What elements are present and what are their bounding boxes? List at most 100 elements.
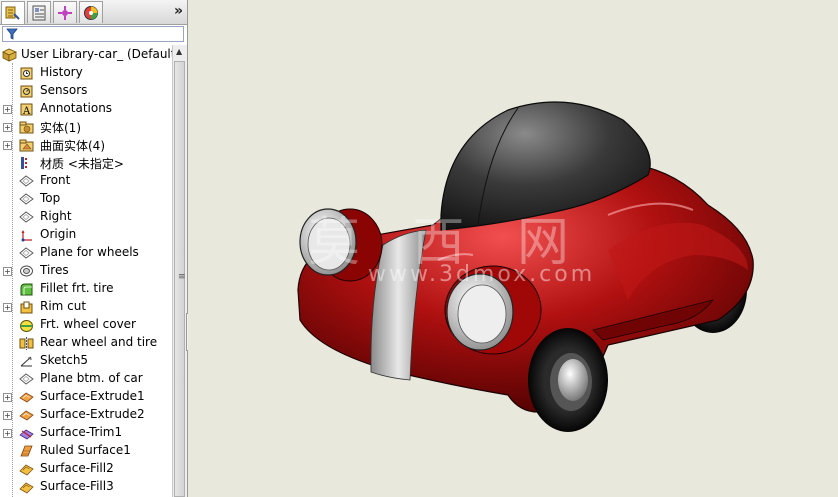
tree-item-label: 曲面实体(4) <box>40 139 105 153</box>
more-tabs-icon[interactable]: » <box>174 3 183 19</box>
tree-item[interactable]: Origin <box>0 226 172 244</box>
tree-item[interactable]: Plane btm. of car <box>0 370 172 388</box>
tab-feature-manager[interactable] <box>1 1 25 24</box>
mirror-feature-icon <box>19 337 34 350</box>
surface-fill-icon <box>19 464 34 476</box>
grip-icon: ≡ <box>178 272 186 282</box>
filter-icon <box>6 28 18 40</box>
tree-root[interactable]: User Library-car_ (Default <box>0 46 172 64</box>
tree-item[interactable]: + 曲面实体(4) <box>0 136 172 154</box>
tree-item[interactable]: Surface-Fill2 <box>0 460 172 478</box>
tree-item-label: Fillet frt. tire <box>40 281 114 295</box>
tree-item-label: 材质 <未指定> <box>40 157 124 171</box>
tree-item[interactable]: Rear wheel and tire <box>0 334 172 352</box>
ruled-surface-icon <box>20 445 33 457</box>
feature-manager-panel: » User Library-car_ (Default History Sens… <box>0 0 188 497</box>
tree-item-label: Origin <box>40 227 77 241</box>
panel-tabs: » <box>0 0 187 25</box>
tree-item[interactable]: 材质 <未指定> <box>0 154 172 172</box>
revolve-feature-icon <box>20 265 33 277</box>
plane-icon <box>19 211 34 223</box>
tree-item-label: 实体(1) <box>40 121 81 135</box>
scroll-up-icon[interactable]: ▲ <box>176 47 182 56</box>
tree-item-label: Top <box>40 191 61 205</box>
sketch-icon <box>20 356 32 367</box>
tree-item-label: Ruled Surface1 <box>40 443 131 457</box>
surface-bodies-folder-icon <box>19 139 34 152</box>
plane-icon <box>19 175 34 187</box>
configuration-manager-icon <box>58 5 72 20</box>
tab-configuration-manager[interactable] <box>53 1 77 23</box>
feature-tree: User Library-car_ (Default History Sensor… <box>0 45 172 497</box>
tree-item[interactable]: History <box>0 64 172 82</box>
expand-icon[interactable]: + <box>3 393 12 402</box>
tree-item-label: Surface-Trim1 <box>40 425 123 439</box>
tree-root-label: User Library-car_ (Default <box>21 47 172 61</box>
plane-icon <box>19 193 34 205</box>
tab-property-manager[interactable] <box>27 1 51 23</box>
tree-item-label: Frt. wheel cover <box>40 317 136 331</box>
expand-icon[interactable]: + <box>3 267 12 276</box>
expand-icon[interactable]: + <box>3 141 12 150</box>
tree-item[interactable]: Ruled Surface1 <box>0 442 172 460</box>
origin-icon <box>21 230 32 242</box>
tree-filter-input[interactable] <box>2 26 184 42</box>
surface-trim-icon <box>19 429 34 440</box>
tree-item[interactable]: + Surface-Extrude1 <box>0 388 172 406</box>
annotations-icon: A <box>20 103 33 116</box>
tree-item-label: Rim cut <box>40 299 87 313</box>
wheel-cover-icon <box>20 320 33 332</box>
tree-item-label: History <box>40 65 83 79</box>
tree-item[interactable]: Sketch5 <box>0 352 172 370</box>
watermark-url: www.3dmox.com <box>368 262 596 287</box>
tree-item[interactable]: Plane for wheels <box>0 244 172 262</box>
tree-item-label: Sketch5 <box>40 353 89 367</box>
tree-item-label: Rear wheel and tire <box>40 335 158 349</box>
surface-extrude-icon <box>19 392 34 403</box>
tree-item-label: Sensors <box>40 83 88 97</box>
tab-display-manager[interactable] <box>79 1 103 23</box>
fillet-icon <box>20 283 33 296</box>
tree-item[interactable]: Surface-Fill3 <box>0 478 172 496</box>
expand-icon[interactable]: + <box>3 105 12 114</box>
svg-text:A: A <box>22 106 31 116</box>
tree-scrollbar[interactable]: ▲ ≡ <box>172 45 187 497</box>
expand-icon[interactable]: + <box>3 411 12 420</box>
tree-item-label: Plane btm. of car <box>40 371 143 385</box>
solid-bodies-folder-icon <box>19 121 34 134</box>
front-wheel <box>528 328 608 432</box>
tree-item-label: Surface-Extrude1 <box>40 389 145 403</box>
tree-item-label: Plane for wheels <box>40 245 139 259</box>
tree-item-label: Surface-Fill3 <box>40 479 114 493</box>
tree-item-label: Surface-Extrude2 <box>40 407 145 421</box>
plane-icon <box>19 373 34 385</box>
feature-tree-icon <box>5 6 20 20</box>
expand-icon[interactable]: + <box>3 429 12 438</box>
tree-item[interactable]: + Surface-Trim1 <box>0 424 172 442</box>
tree-item[interactable]: Sensors <box>0 82 172 100</box>
material-icon <box>21 157 27 169</box>
expand-icon[interactable]: + <box>3 303 12 312</box>
tree-item[interactable]: Frt. wheel cover <box>0 316 172 334</box>
tree-item[interactable]: Right <box>0 208 172 226</box>
tree-item-label: Tires <box>40 263 69 277</box>
tree-item[interactable]: + 实体(1) <box>0 118 172 136</box>
tree-item[interactable]: Front <box>0 172 172 190</box>
tree-item[interactable]: Top <box>0 190 172 208</box>
tree-item-label: Annotations <box>40 101 113 115</box>
tree-item[interactable]: + Tires <box>0 262 172 280</box>
surface-fill-icon <box>19 482 34 494</box>
surface-extrude-icon <box>19 410 34 421</box>
tree-item[interactable]: Fillet frt. tire <box>0 280 172 298</box>
sensors-icon <box>20 85 33 98</box>
cut-icon <box>20 301 33 314</box>
tree-item[interactable]: + A Annotations <box>0 100 172 118</box>
graphics-viewport[interactable]: 莫 西 网 www.3dmox.com <box>188 0 838 497</box>
property-manager-icon <box>32 5 46 20</box>
expand-icon[interactable]: + <box>3 123 12 132</box>
tree-item[interactable]: + Surface-Extrude2 <box>0 406 172 424</box>
tree-item-label: Right <box>40 209 72 223</box>
tree-item[interactable]: + Rim cut <box>0 298 172 316</box>
scroll-thumb[interactable]: ≡ <box>174 61 186 497</box>
tree-item-label: Front <box>40 173 71 187</box>
